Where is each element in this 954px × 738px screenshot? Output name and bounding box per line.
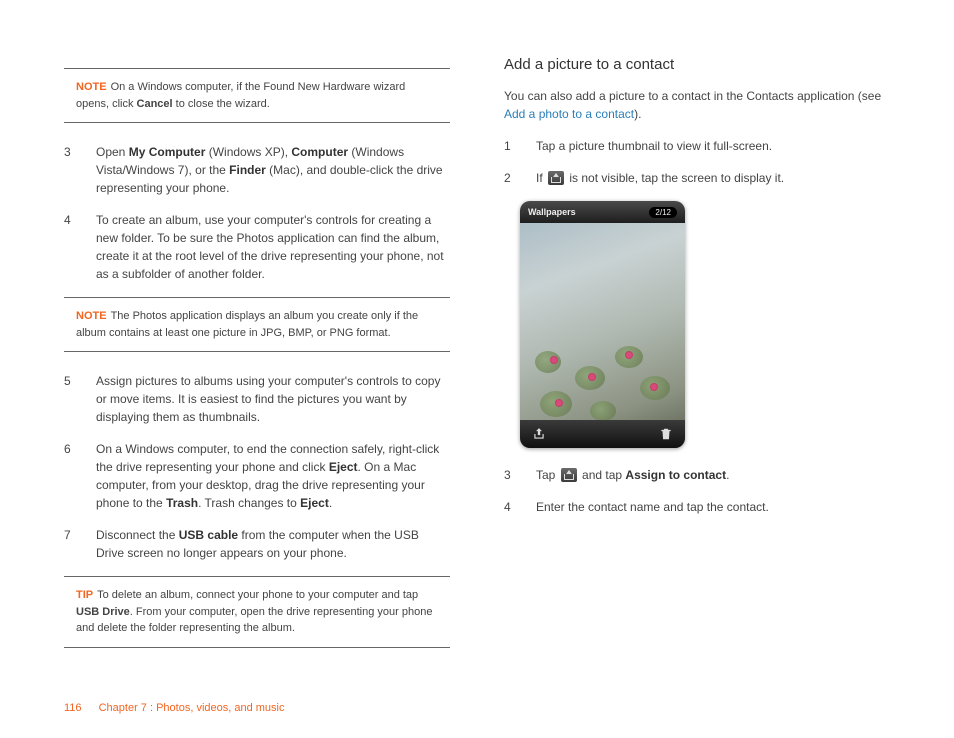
text: (Windows XP), <box>205 145 291 159</box>
step-number: 7 <box>64 526 80 562</box>
photo-count: 2/12 <box>649 207 677 218</box>
step-body: Assign pictures to albums using your com… <box>96 372 450 426</box>
step-number: 2 <box>504 169 520 187</box>
step-4: 4 To create an album, use your computer'… <box>64 211 450 283</box>
step-2: 2 If is not visible, tap the screen to d… <box>504 169 890 187</box>
left-column: NOTEOn a Windows computer, if the Found … <box>64 56 450 668</box>
share-icon <box>548 171 564 185</box>
lilypad-decoration <box>590 401 616 421</box>
step-3: 3 Open My Computer (Windows XP), Compute… <box>64 143 450 197</box>
text: . <box>329 496 332 510</box>
tip-bold: USB Drive <box>76 606 130 618</box>
text: is not visible, tap the screen to displa… <box>566 171 784 185</box>
step-body: If is not visible, tap the screen to dis… <box>536 169 890 187</box>
bold: USB cable <box>179 528 238 542</box>
page-footer: 116 Chapter 7 : Photos, videos, and musi… <box>64 702 285 714</box>
step-number: 1 <box>504 137 520 155</box>
flower-decoration <box>625 351 633 359</box>
step-number: 3 <box>64 143 80 197</box>
tip-text: . From your computer, open the drive rep… <box>76 606 432 635</box>
phone-screenshot: Wallpapers 2/12 <box>520 201 890 448</box>
text: Disconnect the <box>96 528 179 542</box>
phone-toolbar <box>520 420 685 448</box>
right-column: Add a picture to a contact You can also … <box>504 56 890 668</box>
step-4: 4 Enter the contact name and tap the con… <box>504 498 890 516</box>
note-bold: Cancel <box>137 98 173 110</box>
note-text: to close the wizard. <box>173 98 270 110</box>
page-content: NOTEOn a Windows computer, if the Found … <box>0 0 954 668</box>
bold: Trash <box>166 496 198 510</box>
text: Open <box>96 145 129 159</box>
bold: Eject <box>300 496 329 510</box>
step-body: To create an album, use your computer's … <box>96 211 450 283</box>
section-heading: Add a picture to a contact <box>504 56 890 73</box>
step-body: Open My Computer (Windows XP), Computer … <box>96 143 450 197</box>
share-icon <box>532 427 546 441</box>
bold: Eject <box>329 460 358 474</box>
flower-decoration <box>555 399 563 407</box>
step-number: 5 <box>64 372 80 426</box>
note-label: NOTE <box>76 81 107 93</box>
text: Tap <box>536 468 559 482</box>
step-body: Disconnect the USB cable from the comput… <box>96 526 450 562</box>
note-label: NOTE <box>76 310 107 322</box>
note-callout-1: NOTEOn a Windows computer, if the Found … <box>64 68 450 123</box>
text: You can also add a picture to a contact … <box>504 89 881 103</box>
phone-frame: Wallpapers 2/12 <box>520 201 685 448</box>
step-number: 4 <box>504 498 520 516</box>
share-icon <box>561 468 577 482</box>
bold: My Computer <box>129 145 206 159</box>
flower-decoration <box>650 383 658 391</box>
page-number: 116 <box>64 702 82 714</box>
step-1: 1 Tap a picture thumbnail to view it ful… <box>504 137 890 155</box>
phone-header: Wallpapers 2/12 <box>520 201 685 223</box>
step-3: 3 Tap and tap Assign to contact. <box>504 466 890 484</box>
bold: Assign to contact <box>625 468 726 482</box>
intro-paragraph: You can also add a picture to a contact … <box>504 87 890 123</box>
link-add-photo[interactable]: Add a photo to a contact <box>504 107 634 121</box>
tip-callout: TIP To delete an album, connect your phon… <box>64 576 450 648</box>
text: ). <box>634 107 641 121</box>
bold: Finder <box>229 163 266 177</box>
step-body: On a Windows computer, to end the connec… <box>96 440 450 512</box>
tip-label: TIP <box>76 589 93 601</box>
step-5: 5 Assign pictures to albums using your c… <box>64 372 450 426</box>
step-7: 7 Disconnect the USB cable from the comp… <box>64 526 450 562</box>
note-callout-2: NOTEThe Photos application displays an a… <box>64 297 450 352</box>
chapter-label: Chapter 7 : Photos, videos, and music <box>99 702 285 714</box>
tip-text: To delete an album, connect your phone t… <box>97 589 418 601</box>
text: . Trash changes to <box>198 496 300 510</box>
bold: Computer <box>291 145 348 159</box>
text: and tap <box>579 468 626 482</box>
note-text: The Photos application displays an album… <box>76 310 418 339</box>
text: . <box>726 468 729 482</box>
step-number: 6 <box>64 440 80 512</box>
flower-decoration <box>588 373 596 381</box>
step-body: Enter the contact name and tap the conta… <box>536 498 890 516</box>
step-number: 4 <box>64 211 80 283</box>
step-body: Tap and tap Assign to contact. <box>536 466 890 484</box>
step-body: Tap a picture thumbnail to view it full-… <box>536 137 890 155</box>
phone-title: Wallpapers <box>528 207 576 217</box>
flower-decoration <box>550 356 558 364</box>
step-number: 3 <box>504 466 520 484</box>
step-6: 6 On a Windows computer, to end the conn… <box>64 440 450 512</box>
text: If <box>536 171 546 185</box>
trash-icon <box>659 427 673 441</box>
